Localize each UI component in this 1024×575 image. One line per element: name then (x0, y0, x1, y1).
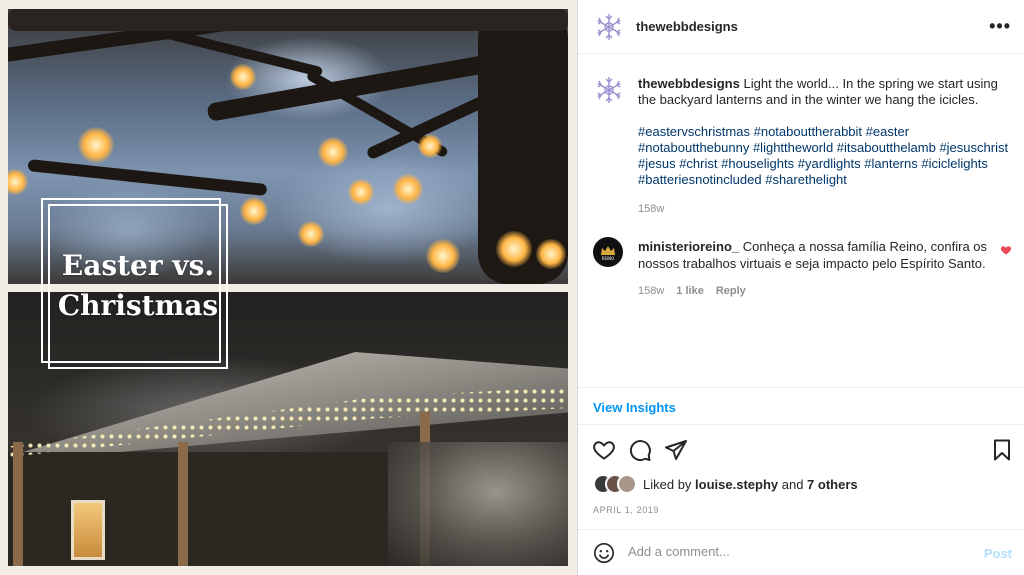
reply-button[interactable]: Reply (716, 285, 746, 297)
hashtag-link[interactable]: #itsaboutthelamb (837, 140, 936, 155)
post-image[interactable]: Easter vs. Christmas (0, 0, 577, 575)
insights-bar: View Insights (578, 387, 1024, 425)
likes-others-link[interactable]: 7 others (807, 477, 858, 492)
hashtag-link[interactable]: #jesus (638, 156, 676, 171)
emoji-icon[interactable] (593, 542, 615, 564)
header-username[interactable]: thewebbdesigns (636, 19, 738, 34)
post-date[interactable]: APRIL 1, 2019 (593, 505, 659, 515)
caption-username[interactable]: thewebbdesigns (638, 76, 740, 91)
lit-window (71, 500, 105, 560)
paper-plane-icon (665, 440, 687, 460)
hashtag-link[interactable]: #easter (866, 124, 909, 139)
comment-like-heart-icon[interactable] (1000, 244, 1012, 256)
likes-summary: Liked by louise.stephy and 7 others (593, 474, 858, 494)
like-button[interactable] (592, 438, 616, 462)
hashtag-link[interactable]: #iciclelights (921, 156, 987, 171)
post-header: thewebbdesigns ••• (578, 0, 1024, 54)
svg-text:REINO: REINO (602, 256, 615, 261)
action-bar (578, 434, 1024, 466)
hashtag-link[interactable]: #eastervschristmas (638, 124, 750, 139)
overlay-title-line-2: Christmas (57, 289, 219, 322)
comment-button[interactable] (628, 438, 652, 462)
post-sidebar: thewebbdesigns ••• thewebbdesigns Light … (577, 0, 1024, 575)
comment-timestamp[interactable]: 158w (638, 285, 664, 297)
caption-timestamp[interactable]: 158w (638, 203, 664, 215)
snowflake-logo-icon (597, 77, 621, 103)
overlay-title-line-1: Easter vs. (61, 249, 215, 282)
save-button[interactable] (990, 438, 1014, 462)
comment-meta: 158w 1 like Reply (638, 285, 746, 297)
view-insights-link[interactable]: View Insights (593, 400, 676, 415)
comment-like-count[interactable]: 1 like (676, 285, 704, 297)
comment-bubble-icon (629, 440, 651, 462)
add-comment-bar: Post (578, 529, 1024, 575)
hashtag-link[interactable]: #lighttheworld (753, 140, 833, 155)
likes-prefix: Liked by (643, 476, 696, 492)
comment: ministerioreino_ Conheça a nossa família… (638, 238, 998, 272)
crown-logo-icon: REINO (601, 246, 615, 261)
hashtag-link[interactable]: #christ (679, 156, 717, 171)
caption-avatar[interactable] (593, 74, 625, 106)
hashtag-list: #eastervschristmas #notabouttherabbit #e… (638, 124, 1016, 188)
likes-text: Liked by louise.stephy and 7 others (643, 477, 858, 492)
likes-conjunction: and (778, 476, 808, 492)
comment-username[interactable]: ministerioreino_ (638, 239, 739, 254)
add-comment-input[interactable] (628, 544, 968, 559)
commenter-avatar[interactable]: REINO (593, 237, 623, 267)
hashtag-link[interactable]: #batteriesnotincluded (638, 172, 762, 187)
liker-username[interactable]: louise.stephy (695, 477, 778, 492)
liker-avatar[interactable] (617, 474, 637, 494)
post-comment-button[interactable]: Post (984, 546, 1012, 561)
hashtag-link[interactable]: #notabouttherabbit (754, 124, 862, 139)
snowflake-logo-icon (597, 14, 621, 40)
hashtag-link[interactable]: #notaboutthebunny (638, 140, 749, 155)
more-options-icon[interactable]: ••• (989, 16, 1011, 37)
hashtag-link[interactable]: #houselights (721, 156, 794, 171)
share-button[interactable] (664, 438, 688, 462)
image-overlay-title: Easter vs. Christmas (48, 246, 228, 326)
bookmark-icon (994, 439, 1010, 461)
hashtag-link[interactable]: #sharethelight (765, 172, 847, 187)
hashtag-link[interactable]: #lanterns (864, 156, 917, 171)
hashtag-link[interactable]: #jesuschrist (939, 140, 1008, 155)
hashtag-link[interactable]: #yardlights (798, 156, 861, 171)
avatar[interactable] (593, 11, 625, 43)
post-caption: thewebbdesigns Light the world... In the… (638, 76, 1016, 188)
heart-icon (593, 441, 615, 460)
